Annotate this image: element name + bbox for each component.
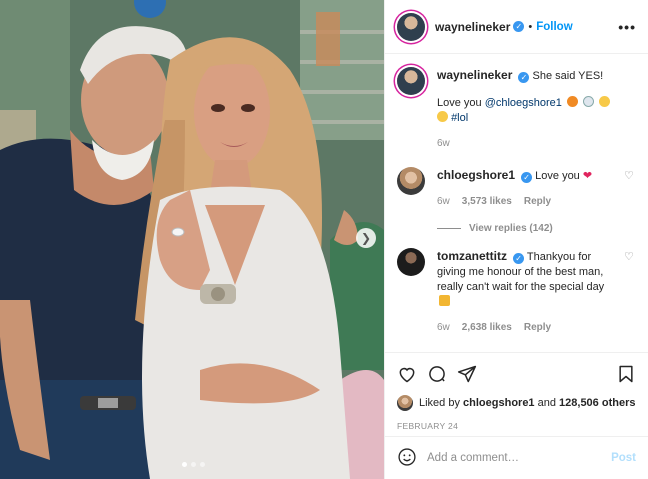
comment-author[interactable]: chloegshore1 [437,168,515,182]
commenter-avatar[interactable] [397,167,425,195]
reply-button[interactable]: Reply [524,194,551,209]
view-replies-button[interactable]: View replies (142) [437,223,636,234]
caption-mention[interactable]: @chloegshore1 [485,97,562,109]
carousel-dot-3 [200,462,205,467]
red-heart-emoji-icon: ❤ [582,170,593,182]
share-icon[interactable] [457,364,477,384]
instagram-post-view: ❯ waynelineker ✓ • Follow ••• waynelinek… [0,0,648,479]
carousel-dot-1 [182,462,187,467]
comment-icon[interactable] [427,364,447,384]
likes-prefix: Liked by [419,397,464,409]
author-username[interactable]: waynelineker [435,20,510,34]
verified-badge-icon: ✓ [513,253,525,264]
caption-hashtag[interactable]: #lol [451,112,468,124]
verified-badge-icon: ✓ [513,21,525,32]
author-avatar[interactable] [397,12,425,41]
view-replies-label: View replies (142) [469,223,553,234]
likes-mid: and [534,397,560,409]
comment-text: Love you [535,170,580,182]
post-comment-button[interactable]: Post [611,452,636,464]
commenter-avatar[interactable] [397,248,425,276]
post-date[interactable]: FEBRUARY 24 [397,421,636,431]
emoji-icon[interactable] [397,447,417,470]
caption-age: 6w [437,138,450,149]
heart-icon[interactable] [397,364,417,384]
orange-heart-emoji-icon [566,96,578,107]
comment-meta: 6w 2,638 likes Reply [437,320,612,335]
caption-avatar[interactable] [397,67,425,95]
caption-row: waynelineker ✓ She said YES! Love you @c… [397,67,636,151]
post-photo[interactable]: ❯ [0,0,384,479]
comments-list[interactable]: waynelineker ✓ She said YES! Love you @c… [385,55,648,352]
photo-illustration [0,0,384,479]
caption-line2-prefix: Love you [437,97,485,109]
comment-body: chloegshore1 ✓ Love you ❤ 6w 3,573 likes… [437,167,612,209]
like-comment-heart-icon[interactable]: ♡ [624,248,636,335]
comment-input[interactable] [427,452,602,464]
post-side-panel: waynelineker ✓ • Follow ••• waynelineker… [384,0,648,479]
header-separator: • [528,20,533,33]
likes-count[interactable]: 128,506 others [559,397,635,409]
crown-emoji-icon [439,295,450,306]
post-header: waynelineker ✓ • Follow ••• [385,0,648,54]
pleading-face-emoji-icon [599,96,611,107]
bookmark-icon[interactable] [616,364,636,384]
caption-body: waynelineker ✓ She said YES! Love you @c… [437,67,636,151]
follow-button[interactable]: Follow [536,21,572,33]
verified-badge-icon: ✓ [521,172,533,183]
add-comment-bar: Post [385,436,648,479]
comment-author[interactable]: tomzanettitz [437,249,507,263]
liker-avatar [397,395,413,411]
comment-likes[interactable]: 3,573 likes [462,194,512,209]
comment-row: chloegshore1 ✓ Love you ❤ 6w 3,573 likes… [397,167,636,209]
ring-emoji-icon [583,96,595,107]
replies-divider-line [437,228,461,229]
comment-age: 6w [437,322,450,333]
post-actions: Liked by chloegshore1 and 128,506 others… [385,352,648,431]
header-user: waynelineker ✓ • Follow [435,20,573,34]
comment-body: tomzanettitz ✓ Thankyou for giving me ho… [437,248,612,335]
like-comment-heart-icon[interactable]: ♡ [624,167,636,209]
comment-meta: 6w 3,573 likes Reply [437,194,612,209]
likes-user[interactable]: chloegshore1 [463,397,535,409]
chevron-right-icon: ❯ [360,231,372,245]
likes-text: Liked by chloegshore1 and 128,506 others [419,397,635,409]
comment-row: tomzanettitz ✓ Thankyou for giving me ho… [397,248,636,335]
reply-button[interactable]: Reply [524,320,551,335]
caption-meta: 6w [437,136,636,151]
caption-author[interactable]: waynelineker [437,68,512,82]
more-options-icon[interactable]: ••• [618,19,636,35]
caption-line1: She said YES! [532,70,604,82]
likes-summary: Liked by chloegshore1 and 128,506 others [397,395,636,411]
winking-face-emoji-icon [437,111,448,122]
comment-likes[interactable]: 2,638 likes [462,320,512,335]
action-icons [397,361,636,387]
next-photo-button[interactable]: ❯ [356,228,376,248]
comment-age: 6w [437,196,450,207]
verified-badge-icon: ✓ [518,72,530,83]
carousel-dots [182,462,205,467]
carousel-dot-2 [191,462,196,467]
